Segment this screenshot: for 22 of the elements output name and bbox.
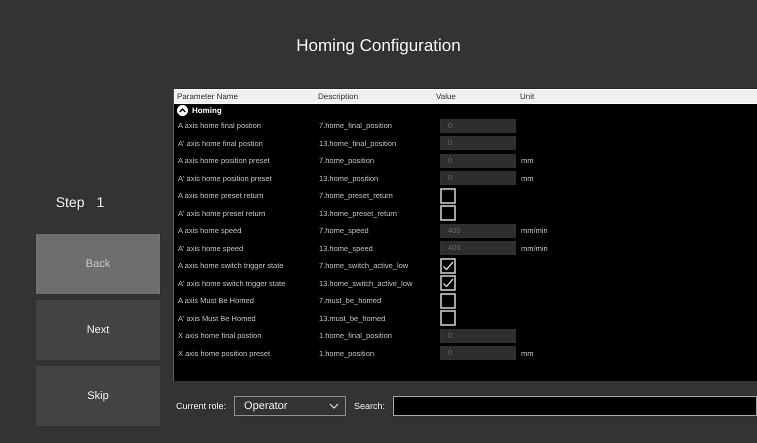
step-label: Step — [56, 194, 84, 210]
column-header[interactable]: Unit — [520, 92, 580, 101]
caret-icon — [329, 403, 340, 409]
checkbox[interactable] — [440, 188, 456, 204]
checkbox[interactable] — [440, 275, 456, 292]
column-header[interactable]: Description — [318, 92, 436, 101]
checkbox[interactable] — [440, 258, 456, 274]
group-label: Homing — [192, 106, 222, 115]
step-number: 1 — [96, 194, 104, 210]
checkbox[interactable] — [440, 292, 456, 309]
role-label: Current role: — [176, 401, 226, 411]
search-label: Search: — [354, 401, 386, 411]
column-header[interactable]: Value — [436, 92, 520, 101]
search-field[interactable] — [393, 396, 757, 416]
checkbox[interactable] — [440, 205, 456, 222]
collapse-icon[interactable] — [177, 105, 188, 116]
window-title: Homing Configuration — [296, 36, 461, 56]
wizard-button[interactable]: Next — [36, 300, 160, 360]
wizard-button[interactable]: Skip — [36, 366, 160, 426]
checkbox[interactable] — [440, 310, 456, 326]
column-header[interactable]: Parameter Name — [174, 92, 318, 101]
role-dropdown[interactable]: Operator — [234, 396, 346, 416]
